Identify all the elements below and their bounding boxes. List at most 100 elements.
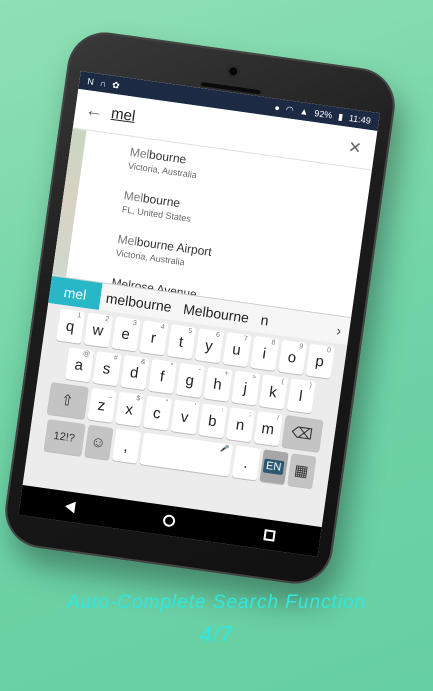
- key-f[interactable]: * f: [147, 358, 177, 394]
- key-a[interactable]: @ a: [64, 347, 94, 383]
- key-v[interactable]: ' v: [170, 399, 200, 435]
- suggestion-item[interactable]: n: [254, 310, 276, 329]
- key-label: i: [261, 344, 268, 363]
- key-z[interactable]: _ z: [86, 387, 117, 423]
- key-alt-label: 8: [270, 339, 276, 347]
- key-alt-label: ": [165, 399, 169, 407]
- chevron-right-icon[interactable]: ›: [328, 321, 351, 340]
- language-key[interactable]: EN: [259, 449, 289, 485]
- key-alt-label: 0: [326, 347, 332, 355]
- key-s[interactable]: # s: [92, 351, 122, 387]
- key-b[interactable]: :b: [197, 403, 228, 439]
- key-p[interactable]: 0p: [305, 343, 335, 379]
- key-k[interactable]: (k: [258, 374, 288, 410]
- space-key[interactable]: 🎤: [139, 432, 233, 477]
- key-alt-label: +: [224, 370, 230, 378]
- key-label: j: [242, 379, 249, 397]
- key-alt-label: #: [113, 354, 119, 362]
- key-label: z: [96, 396, 107, 415]
- key-y[interactable]: 6y: [194, 328, 224, 364]
- key-label: k: [268, 383, 278, 401]
- key-j[interactable]: = j: [230, 370, 260, 406]
- key-alt-label: 2: [104, 315, 110, 324]
- nav-recents-icon[interactable]: [263, 528, 276, 542]
- key-label: m: [260, 419, 276, 438]
- key-label: f: [158, 367, 166, 386]
- key-label: n: [234, 415, 246, 434]
- backspace-key[interactable]: ⌫: [280, 414, 324, 452]
- key-alt-label: -: [198, 366, 202, 374]
- key-alt-label: 4: [160, 323, 165, 332]
- key-alt-label: @: [82, 350, 91, 359]
- phone-mockup: N ∩ ✿ ● ◠ ▲ 92% ▮ 11:49 ← mel ✕ Melbourn…: [0, 27, 400, 589]
- key-alt-label: 9: [298, 343, 304, 351]
- nav-back-icon[interactable]: [64, 500, 76, 514]
- caption-title: Auto-Complete Search Function: [66, 592, 367, 613]
- key-alt-label: 5: [187, 327, 193, 336]
- headphones-icon: ∩: [99, 77, 108, 89]
- notification-icon: N: [86, 75, 95, 87]
- key-d[interactable]: & d: [119, 354, 149, 391]
- promo-scene: N ∩ ✿ ● ◠ ▲ 92% ▮ 11:49 ← mel ✕ Melbourn…: [0, 0, 433, 691]
- nav-home-icon[interactable]: [162, 514, 177, 528]
- keyboard-hide-icon[interactable]: ▦: [286, 453, 316, 489]
- key-alt-label: =: [251, 373, 257, 382]
- key-alt-label: $: [135, 395, 141, 403]
- signal-icon: ▲: [299, 105, 310, 117]
- comma-key[interactable]: ,: [111, 428, 141, 464]
- key-alt-label: *: [169, 362, 174, 370]
- key-label: l: [297, 387, 304, 405]
- key-e[interactable]: 3e: [111, 316, 141, 352]
- camera-icon: [226, 64, 241, 79]
- key-label: d: [129, 363, 140, 382]
- battery-icon: ▮: [337, 110, 344, 122]
- key-label: q: [64, 317, 76, 336]
- battery-level: 92%: [313, 108, 333, 121]
- key-u[interactable]: 7u: [221, 331, 252, 368]
- key-q[interactable]: 1q: [55, 308, 85, 344]
- key-alt-label: 6: [215, 331, 221, 339]
- key-i[interactable]: 8i: [249, 335, 279, 371]
- clock: 11:49: [348, 112, 372, 126]
- key-label: r: [149, 329, 158, 347]
- key-alt-label: :: [221, 407, 224, 415]
- key-label: p: [314, 352, 326, 371]
- key-label: u: [231, 340, 242, 359]
- key-label: o: [286, 348, 298, 367]
- phone-screen: N ∩ ✿ ● ◠ ▲ 92% ▮ 11:49 ← mel ✕ Melbourn…: [18, 71, 380, 557]
- key-label: x: [124, 400, 135, 419]
- key-label: h: [212, 375, 223, 394]
- key-alt-label: ): [308, 382, 313, 390]
- key-m[interactable]: / m: [253, 411, 283, 447]
- caption-page: 4/7: [199, 622, 234, 647]
- key-l[interactable]: ) l: [286, 378, 316, 414]
- close-icon[interactable]: ✕: [344, 136, 367, 159]
- key-alt-label: &: [140, 358, 146, 366]
- period-key[interactable]: .: [231, 445, 261, 481]
- key-label: e: [120, 324, 131, 343]
- key-o[interactable]: 9o: [277, 339, 307, 375]
- key-h[interactable]: + h: [202, 366, 233, 402]
- key-label: c: [152, 404, 162, 422]
- key-label: a: [73, 355, 85, 374]
- key-w[interactable]: 2w: [83, 312, 113, 348]
- wifi-icon: ◠: [285, 103, 295, 115]
- key-label: s: [101, 359, 112, 378]
- key-x[interactable]: $ x: [114, 391, 144, 427]
- key-c[interactable]: " c: [142, 395, 172, 431]
- phone-body: N ∩ ✿ ● ◠ ▲ 92% ▮ 11:49 ← mel ✕ Melbourn…: [0, 27, 400, 589]
- key-label: y: [203, 336, 214, 355]
- microphone-icon: 🎤: [219, 445, 230, 454]
- back-arrow-icon[interactable]: ←: [84, 99, 113, 123]
- key-label: w: [91, 320, 105, 340]
- key-alt-label: 1: [76, 312, 82, 320]
- emoji-icon[interactable]: ☺: [83, 424, 113, 460]
- key-r[interactable]: 4r: [138, 320, 169, 356]
- key-n[interactable]: ; n: [225, 407, 255, 443]
- shift-key[interactable]: ⇧: [46, 381, 89, 419]
- symbols-key[interactable]: 12!?: [43, 418, 86, 456]
- key-t[interactable]: 5t: [166, 324, 196, 360]
- key-g[interactable]: -g: [175, 362, 205, 398]
- key-alt-label: 7: [243, 335, 249, 343]
- key-label: t: [177, 332, 185, 351]
